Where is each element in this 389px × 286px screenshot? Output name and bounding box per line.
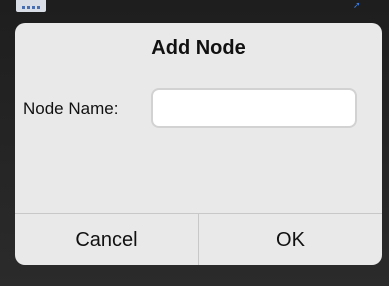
ok-button[interactable]: OK <box>199 214 382 265</box>
status-strip: ➚ <box>0 0 389 14</box>
dialog-title: Add Node <box>151 37 246 59</box>
add-node-dialog: Add Node Node Name: Cancel OK <box>15 23 382 265</box>
thumbnail-dots <box>22 6 40 9</box>
dialog-button-row: Cancel OK <box>15 213 382 265</box>
node-name-input[interactable] <box>151 88 357 128</box>
node-name-label: Node Name: <box>23 99 119 118</box>
arrow-icon: ➚ <box>353 0 361 10</box>
cancel-button[interactable]: Cancel <box>15 214 199 265</box>
app-thumbnail-icon <box>16 0 46 12</box>
screen: ➚ Add Node Node Name: Cancel OK <box>0 0 389 286</box>
